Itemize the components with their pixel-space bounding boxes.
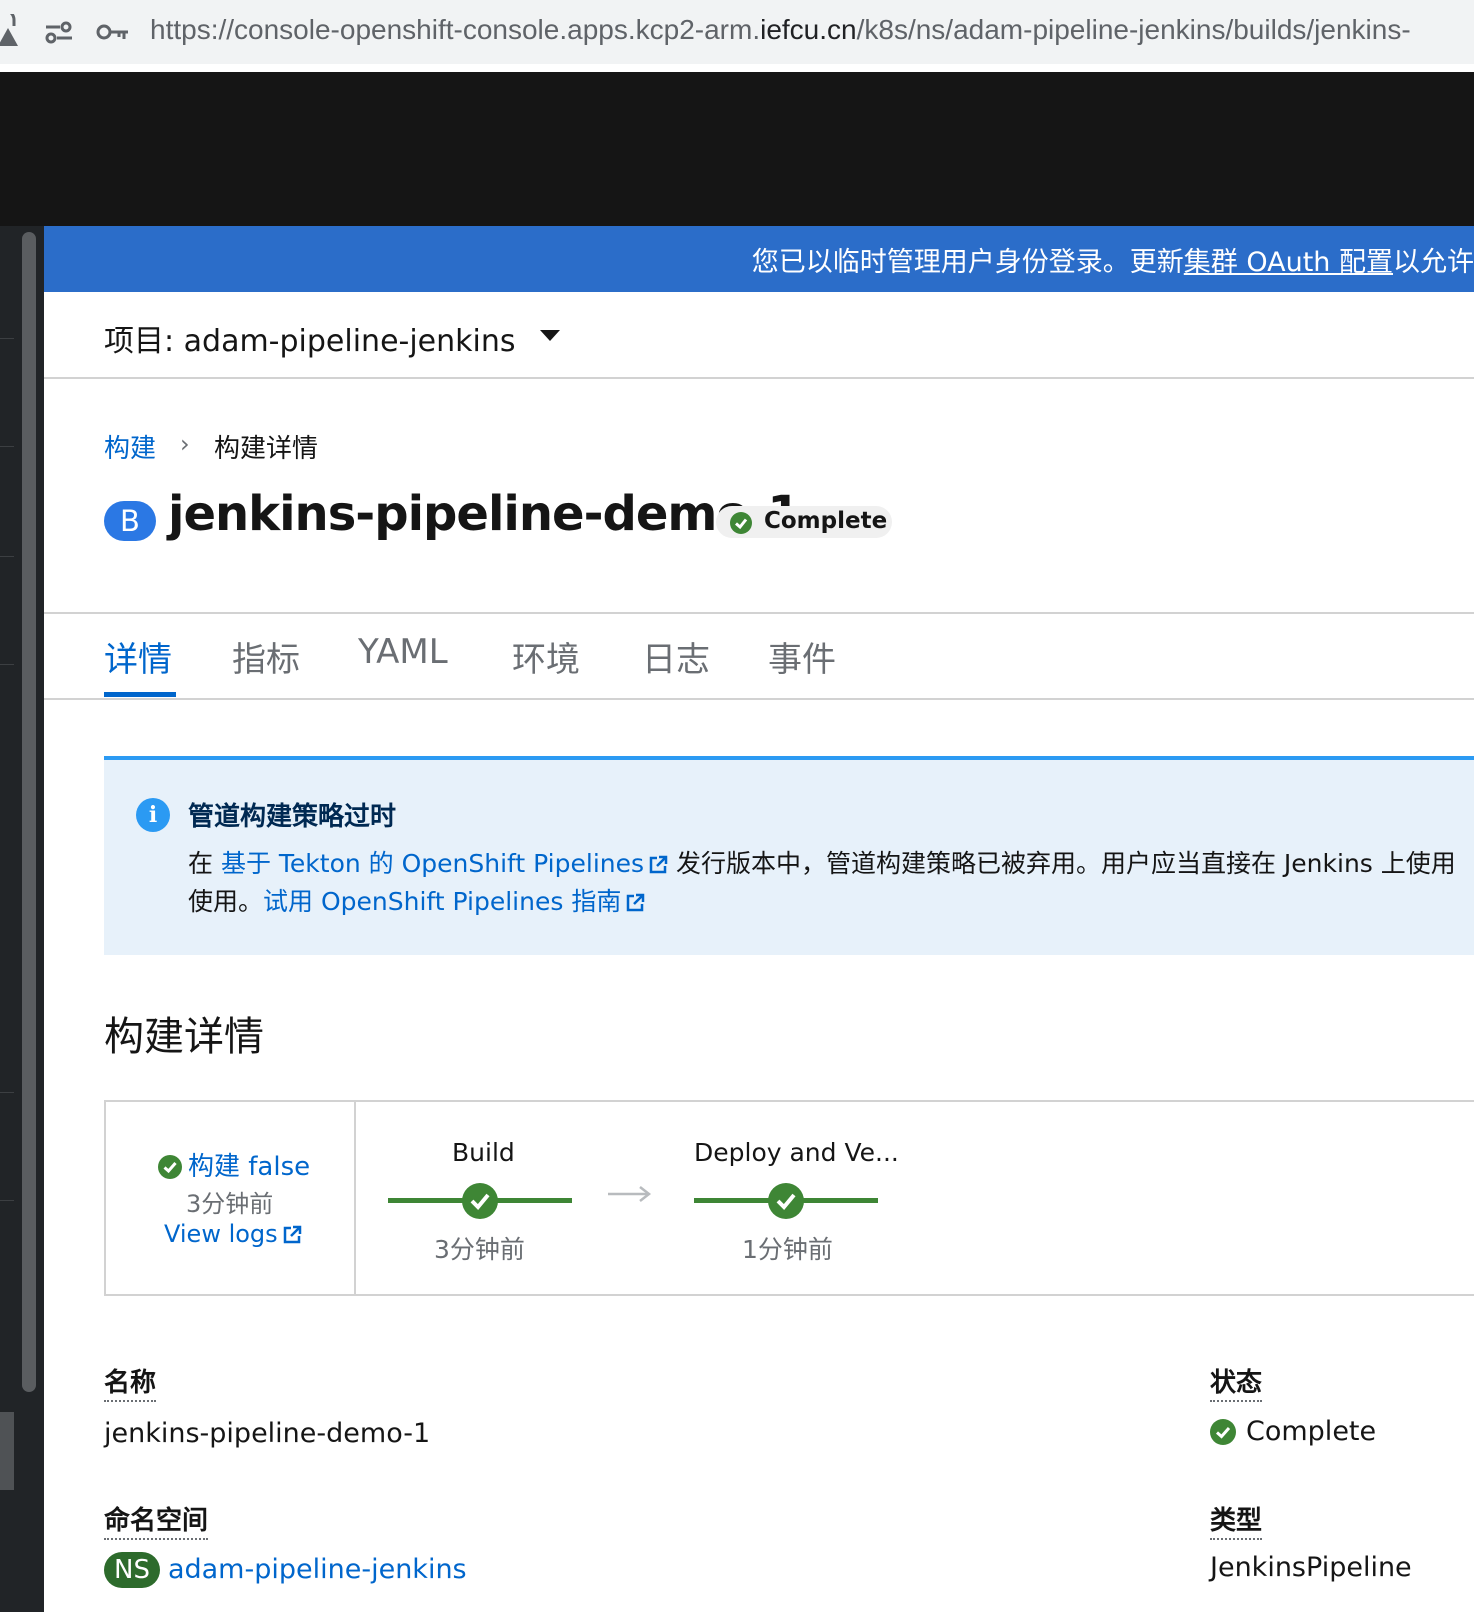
url-text[interactable]: https://console-openshift-console.apps.k… — [150, 14, 1411, 46]
chevron-right-icon: › — [180, 430, 190, 458]
active-tab-indicator — [104, 692, 176, 697]
detail-status-value: Complete — [1210, 1416, 1376, 1447]
tab-logs[interactable]: 日志 — [642, 632, 710, 681]
project-selector[interactable]: 项目: adam-pipeline-jenkins — [104, 316, 516, 360]
warning-lock-icon[interactable] — [0, 14, 20, 48]
stage-deploy-time: 1分钟前 — [742, 1235, 833, 1264]
oauth-config-link[interactable]: 集群 OAuth 配置 — [1184, 247, 1393, 278]
breadcrumb-builds-link[interactable]: 构建 — [104, 428, 156, 465]
breadcrumb-current: 构建详情 — [214, 434, 319, 464]
tab-environment[interactable]: 环境 — [512, 632, 580, 681]
view-logs-link[interactable]: View logs — [164, 1220, 302, 1248]
pipeline-visualization: 构建 false 3分钟前 View logs Build 3分钟前 Deplo… — [104, 1100, 1474, 1296]
tab-yaml[interactable]: YAML — [358, 632, 448, 672]
try-pipelines-guide-link[interactable]: 试用 OpenShift Pipelines 指南 — [263, 887, 621, 916]
build-time: 3分钟前 — [186, 1190, 274, 1218]
key-icon[interactable] — [96, 20, 130, 44]
alert-body-line-1: 在 基于 Tekton 的 OpenShift Pipelines 发行版本中，… — [188, 849, 1456, 878]
detail-name-label: 名称 — [104, 1362, 157, 1402]
page-title: jenkins-pipeline-demo-1 — [168, 486, 801, 542]
detail-name-value: jenkins-pipeline-demo-1 — [104, 1418, 431, 1449]
stage-deploy-check-icon[interactable] — [768, 1183, 804, 1219]
tab-bar: 详情 指标 YAML 环境 日志 事件 — [44, 612, 1474, 700]
cluster-banner: 您已以临时管理用户身份登录。更新集群 OAuth 配置以允许 — [44, 226, 1474, 292]
tab-details[interactable]: 详情 — [104, 632, 172, 681]
alert-title: 管道构建策略过时 — [188, 802, 397, 832]
external-link-icon — [649, 855, 668, 874]
stage-build-check-icon[interactable] — [462, 1183, 498, 1219]
build-resource-badge: B — [104, 501, 156, 541]
detail-type-value: JenkinsPipeline — [1210, 1552, 1412, 1583]
check-circle-icon — [730, 512, 752, 534]
sidebar-active-item[interactable] — [0, 1412, 14, 1490]
tab-events[interactable]: 事件 — [768, 632, 836, 681]
build-status-link[interactable]: 构建 false — [158, 1146, 310, 1183]
banner-text: 您已以临时管理用户身份登录。更新集群 OAuth 配置以允许 — [751, 247, 1474, 278]
tekton-pipelines-link[interactable]: 基于 Tekton 的 OpenShift Pipelines — [221, 849, 644, 878]
stage-build-time: 3分钟前 — [434, 1235, 525, 1264]
site-settings-icon[interactable] — [44, 18, 74, 46]
stage-deploy-name: Deploy and Ve... — [694, 1138, 899, 1167]
detail-status-label: 状态 — [1210, 1362, 1263, 1402]
sidebar-scrollbar[interactable] — [22, 232, 36, 1392]
caret-down-icon[interactable] — [540, 330, 560, 341]
check-circle-icon — [158, 1155, 182, 1179]
info-icon: i — [136, 798, 170, 832]
stage-build-name: Build — [452, 1138, 515, 1167]
alert-body-line-2: 使用。试用 OpenShift Pipelines 指南 — [188, 882, 645, 918]
url-prefix: https://console-openshift-console.apps.k… — [150, 14, 761, 45]
status-badge: Complete — [716, 506, 892, 538]
masthead — [0, 72, 1474, 226]
section-title: 构建详情 — [104, 1014, 264, 1060]
external-link-icon — [627, 893, 645, 912]
tab-metrics[interactable]: 指标 — [232, 632, 300, 681]
detail-namespace-value: NS adam-pipeline-jenkins — [104, 1552, 467, 1588]
browser-url-bar: https://console-openshift-console.apps.k… — [0, 0, 1474, 72]
arrow-right-icon — [608, 1186, 652, 1202]
namespace-link[interactable]: adam-pipeline-jenkins — [168, 1554, 467, 1585]
namespace-badge: NS — [104, 1552, 160, 1588]
left-nav-sidebar — [0, 226, 44, 1612]
status-badge-label: Complete — [764, 508, 888, 534]
url-host: iefcu.cn — [760, 14, 857, 45]
check-circle-icon — [1210, 1419, 1236, 1445]
project-bar: 项目: adam-pipeline-jenkins — [44, 292, 1474, 379]
deprecation-alert: i 管道构建策略过时 在 基于 Tekton 的 OpenShift Pipel… — [104, 756, 1474, 955]
detail-type-label: 类型 — [1210, 1500, 1263, 1540]
detail-namespace-label: 命名空间 — [104, 1500, 209, 1540]
url-path: /k8s/ns/adam-pipeline-jenkins/builds/jen… — [856, 14, 1411, 45]
external-link-icon — [283, 1225, 301, 1244]
